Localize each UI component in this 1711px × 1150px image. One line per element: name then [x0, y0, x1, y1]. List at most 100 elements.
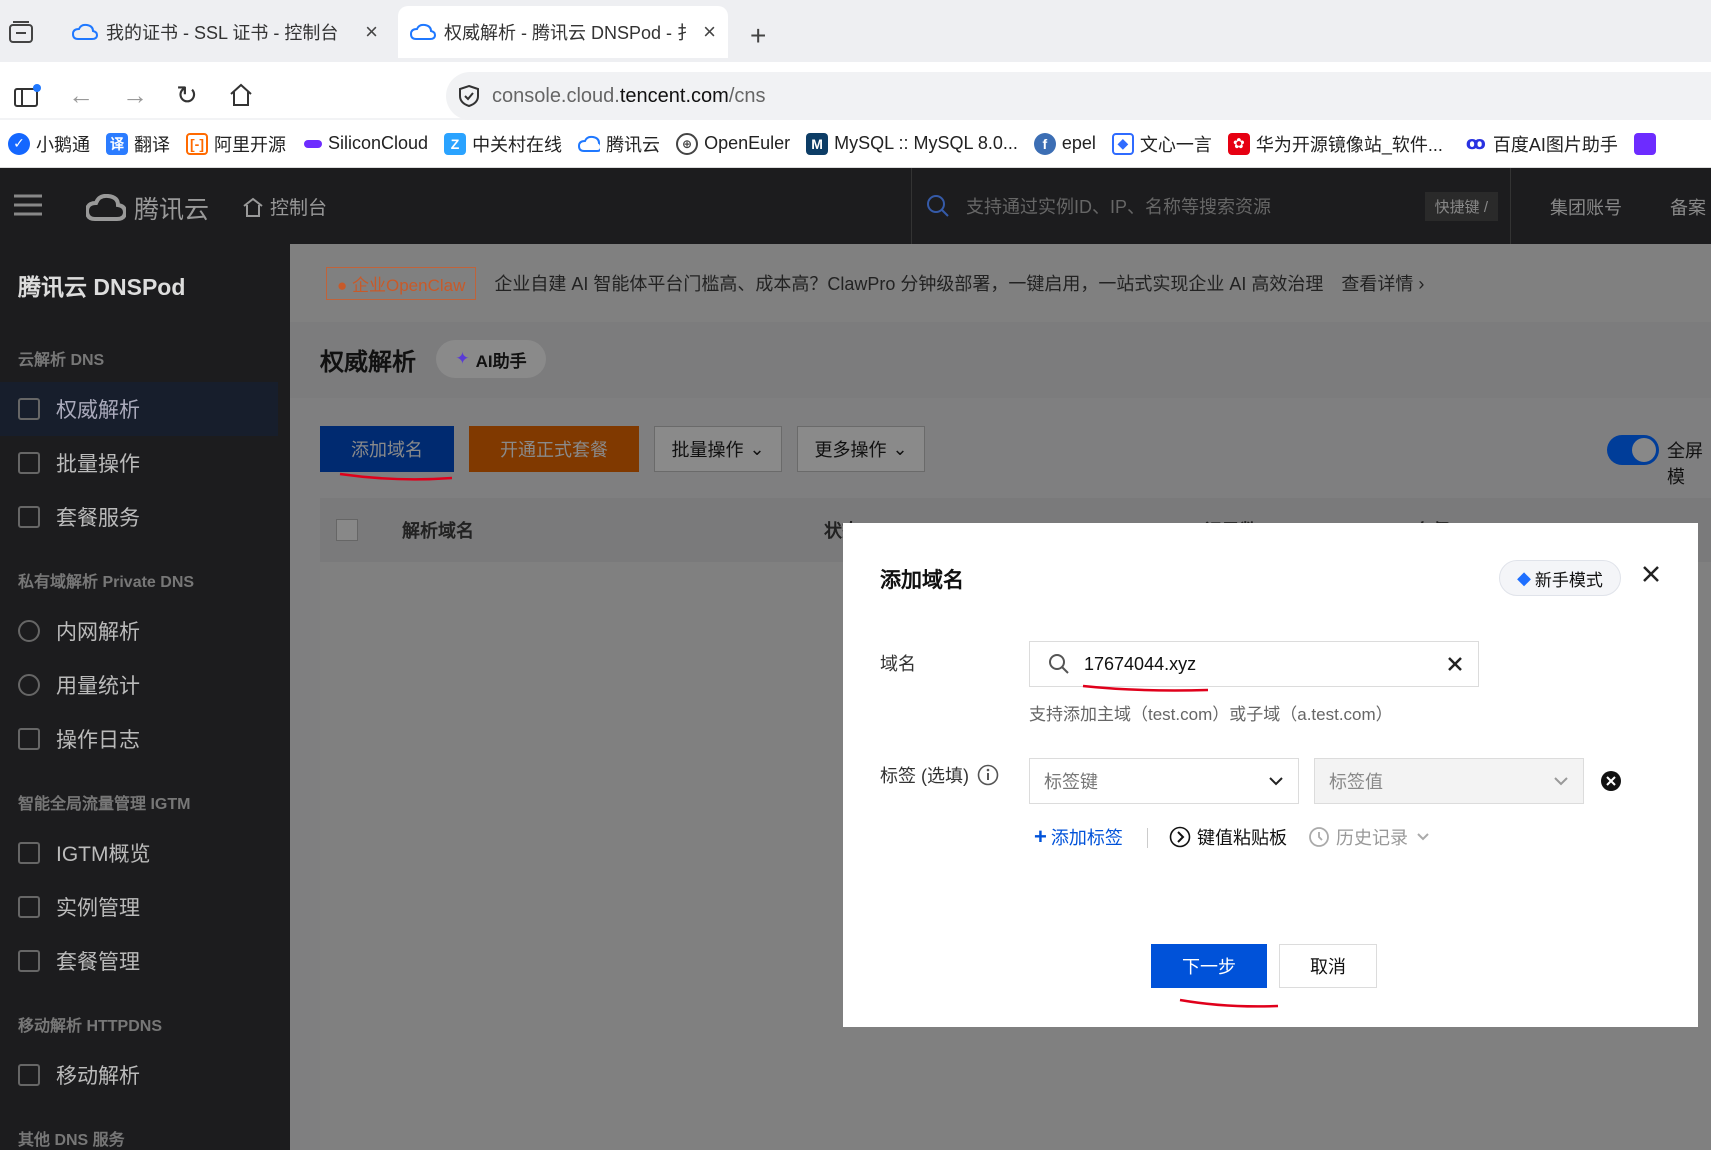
more-operation-button[interactable]: 更多操作 ⌄: [797, 426, 925, 472]
sidebar-item-authoritative-dns[interactable]: 权威解析: [0, 382, 278, 436]
sidebar-item-igtm-overview[interactable]: IGTM概览: [0, 826, 278, 880]
bookmark-more[interactable]: [1633, 132, 1662, 155]
bookmark-huawei-mirror[interactable]: ✿ 华为开源镜像站_软件...: [1227, 131, 1443, 157]
bookmark-label: 小鹅通: [36, 134, 90, 155]
sidebar-item-package-manage[interactable]: 套餐管理: [0, 934, 278, 988]
sparkle-icon: ✦: [455, 349, 470, 368]
sidebar-item-package-service[interactable]: 套餐服务: [0, 490, 278, 544]
tab-group-icon[interactable]: [8, 20, 34, 44]
search-icon: [1048, 653, 1070, 675]
bookmark-label: 百度AI图片助手: [1492, 134, 1618, 155]
sidebar-item-batch[interactable]: 批量操作: [0, 436, 278, 490]
home-icon[interactable]: [228, 83, 254, 107]
sidebar-section-dns: 云解析 DNS: [18, 352, 105, 369]
bookmarks-bar: ✓ 小鹅通 译翻译 [-] 阿里开源 SiliconCloud Z 中关村在线 腾讯云…: [0, 120, 1711, 168]
sidebar-item-mobile-dns[interactable]: 移动解析: [0, 1048, 278, 1102]
sidebar-item-label: 权威解析: [56, 399, 140, 422]
newbie-mode-button[interactable]: ◆ 新手模式: [1499, 560, 1621, 596]
bookmark-icon: f: [1033, 132, 1056, 155]
sidebar-item-label: 内网解析: [56, 621, 140, 644]
bookmark-translate[interactable]: 译翻译: [106, 131, 170, 157]
history-icon: [1308, 826, 1330, 848]
package-icon: [18, 506, 40, 528]
bookmark-zol[interactable]: Z 中关村在线: [444, 131, 562, 157]
ai-assistant-button[interactable]: ✦ AI助手: [436, 340, 546, 378]
sidebar-title: 腾讯云 DNSPod: [18, 274, 186, 300]
bookmark-baidu-ai[interactable]: ꝏ 百度AI图片助手: [1464, 131, 1618, 157]
bookmark-wenxin[interactable]: ◆ 文心一言: [1111, 131, 1212, 157]
sidebar-toggle-icon[interactable]: [14, 84, 42, 108]
add-tag-link[interactable]: + 添加标签: [1034, 824, 1123, 850]
tab-title: 我的证书 - SSL 证书 - 控制台: [106, 23, 339, 43]
new-tab-icon[interactable]: +: [750, 20, 766, 52]
sidebar-item-instances[interactable]: 实例管理: [0, 880, 278, 934]
tag-value-select[interactable]: 标签值: [1314, 758, 1584, 804]
domain-input[interactable]: 17674044.xyz: [1029, 641, 1479, 687]
cancel-button[interactable]: 取消: [1279, 944, 1377, 988]
site-info-icon[interactable]: [458, 84, 480, 108]
sidebar-item-label: 套餐管理: [56, 951, 140, 974]
add-domain-button[interactable]: 添加域名: [320, 426, 454, 472]
chevron-down-icon: [1553, 776, 1569, 786]
menu-icon[interactable]: [14, 194, 42, 216]
globe-icon: ⊕: [676, 132, 699, 155]
history-link[interactable]: 历史记录: [1308, 824, 1430, 850]
bookmark-icon: M: [806, 132, 829, 155]
close-tab-icon[interactable]: ×: [703, 19, 716, 45]
dns-icon: [18, 398, 40, 420]
domain-label: 域名: [880, 654, 916, 674]
sidebar-section-private-dns: 私有域解析 Private DNS: [18, 574, 195, 591]
bookmark-label: MySQL :: MySQL 8.0...: [834, 133, 1018, 153]
fullscreen-toggle[interactable]: [1607, 435, 1659, 465]
console-link[interactable]: 控制台: [242, 193, 327, 220]
bookmark-label: epel: [1061, 133, 1096, 153]
tag-key-select[interactable]: 标签键: [1029, 758, 1299, 804]
open-package-button[interactable]: 开通正式套餐: [469, 426, 639, 472]
remove-tag-icon[interactable]: [1600, 770, 1622, 792]
kv-paste-link[interactable]: 键值粘贴板: [1169, 824, 1287, 850]
clear-icon[interactable]: [1446, 655, 1464, 673]
select-all-checkbox[interactable]: [336, 519, 358, 541]
batch-operation-button[interactable]: 批量操作 ⌄: [654, 426, 782, 472]
promo-link[interactable]: 查看详情 ›: [1341, 270, 1424, 296]
domain-value: 17674044.xyz: [1084, 653, 1197, 674]
bookmark-aliyun[interactable]: [-] 阿里开源: [186, 131, 286, 157]
console-label: 控制台: [270, 198, 328, 219]
bookmark-siliconcloud[interactable]: SiliconCloud: [304, 133, 428, 154]
sidebar-section-httpdns: 移动解析 HTTPDNS: [18, 1018, 163, 1035]
shortcut-badge: 快捷键 /: [1424, 191, 1498, 221]
sidebar-item-logs[interactable]: 操作日志: [0, 712, 278, 766]
batch-icon: [18, 452, 40, 474]
sidebar-item-usage[interactable]: 用量统计: [0, 658, 278, 712]
sidebar-section-igtm: 智能全局流量管理 IGTM: [18, 796, 191, 813]
beian-link[interactable]: 备案: [1670, 194, 1706, 220]
tag-key-placeholder: 标签键: [1044, 772, 1098, 792]
close-icon[interactable]: [1640, 563, 1662, 585]
cloud-icon: [410, 23, 436, 41]
sidebar-item-label: 操作日志: [56, 729, 140, 752]
bookmark-label: 阿里开源: [214, 134, 286, 155]
next-step-button[interactable]: 下一步: [1151, 944, 1267, 988]
bookmark-openeuler[interactable]: ⊕ OpenEuler: [676, 132, 790, 155]
chart-icon: [18, 674, 40, 696]
back-icon[interactable]: ←: [68, 80, 94, 111]
group-account-link[interactable]: 集团账号: [1550, 194, 1622, 220]
bookmark-xiaoetong[interactable]: ✓ 小鹅通: [8, 131, 90, 157]
info-icon[interactable]: [977, 764, 999, 786]
close-tab-icon[interactable]: ×: [365, 19, 378, 45]
domain-hint: 支持添加主域（test.com）或子域（a.test.com）: [1029, 705, 1393, 724]
browser-tab-ssl[interactable]: 我的证书 - SSL 证书 - 控制台 ×: [60, 6, 390, 58]
address-bar[interactable]: console.cloud. tencent.com/cns: [446, 72, 1711, 120]
bookmark-label: 文心一言: [1139, 134, 1212, 155]
global-search[interactable]: 支持通过实例ID、IP、名称等搜索资源 快捷键 /: [911, 168, 1511, 244]
sidebar-item-label: IGTM概览: [56, 843, 151, 866]
forward-icon[interactable]: →: [122, 80, 148, 111]
reload-icon[interactable]: ↻: [176, 80, 198, 111]
bookmark-epel[interactable]: f epel: [1033, 132, 1096, 155]
browser-tab-dns[interactable]: 权威解析 - 腾讯云 DNSPod - 扌 ×: [398, 6, 728, 58]
brand-logo[interactable]: 腾讯云: [86, 190, 209, 226]
sidebar-item-label: 用量统计: [56, 675, 140, 698]
bookmark-mysql[interactable]: M MySQL :: MySQL 8.0...: [806, 132, 1018, 155]
bookmark-tencent-cloud[interactable]: 腾讯云: [578, 131, 660, 157]
sidebar-item-intranet[interactable]: 内网解析: [0, 604, 278, 658]
